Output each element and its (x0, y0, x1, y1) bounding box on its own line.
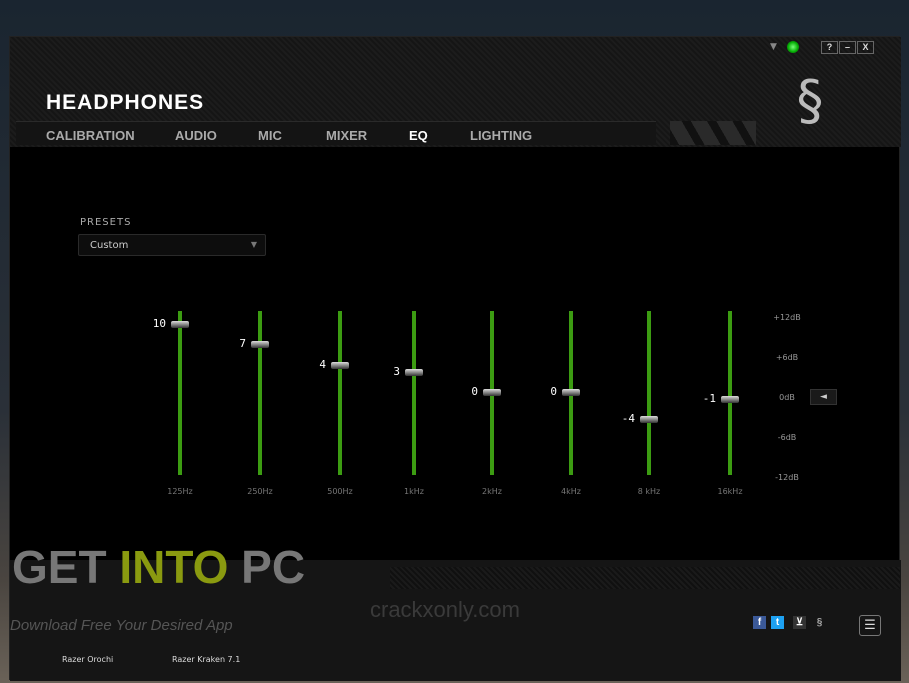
eq-band-value: 0 (471, 385, 478, 398)
page-title: HEADPHONES (46, 91, 205, 114)
db-label: -6dB (777, 433, 797, 442)
db-label: +12dB (773, 313, 801, 322)
cart-icon[interactable]: ⊻ (793, 616, 806, 629)
eq-slider-track[interactable] (258, 311, 262, 475)
dropdown-icon[interactable]: ▼ (770, 42, 777, 52)
close-button[interactable]: X (857, 41, 874, 54)
eq-slider-handle[interactable] (171, 320, 189, 328)
eq-slider-handle[interactable] (331, 361, 349, 369)
help-button[interactable]: ? (821, 41, 838, 54)
preset-value: Custom (90, 240, 129, 251)
tab-audio[interactable]: AUDIO (175, 128, 217, 143)
razer-logo-icon: § (796, 69, 824, 132)
tab-bar: CALIBRATION AUDIO MIC MIXER EQ LIGHTING (16, 121, 656, 145)
device-razer-kraken[interactable]: Razer Kraken 7.1 (172, 655, 240, 664)
eq-band-frequency: 2kHz (482, 487, 502, 496)
watermark-part: PC (228, 541, 306, 593)
chevron-down-icon: ▼ (250, 240, 257, 249)
db-label: 0dB (779, 393, 795, 402)
razer-icon[interactable]: § (813, 616, 826, 629)
watermark-site: crackxonly.com (370, 597, 520, 622)
tab-eq[interactable]: EQ (409, 128, 428, 143)
tab-calibration[interactable]: CALIBRATION (46, 128, 135, 143)
eq-slider-handle[interactable] (483, 389, 501, 396)
eq-band-value: 3 (393, 364, 400, 378)
facebook-icon[interactable]: f (753, 616, 766, 629)
eq-band-value: 0 (550, 385, 557, 398)
eq-band-value: 10 (152, 316, 166, 330)
minimize-button[interactable]: – (839, 41, 856, 54)
eq-slider-track[interactable] (338, 311, 342, 475)
eq-band-frequency: 1kHz (404, 487, 424, 496)
eq-band-value: 4 (319, 357, 326, 371)
eq-slider-handle[interactable] (721, 395, 739, 403)
eq-band-frequency: 8 kHz (637, 487, 661, 496)
eq-band-frequency: 16kHz (717, 487, 743, 496)
header: ▼ ? – X § HEADPHONES CALIBRATION AUDIO M… (10, 37, 901, 147)
twitter-icon[interactable]: t (771, 616, 784, 629)
eq-band-frequency: 250Hz (247, 487, 273, 496)
eq-band-value: -1 (702, 391, 716, 405)
eq-band-frequency: 500Hz (327, 487, 353, 496)
tab-mixer[interactable]: MIXER (326, 128, 367, 143)
menu-button[interactable]: ☰ (859, 615, 881, 636)
decorative-stripes (670, 121, 756, 145)
db-label: -12dB (775, 473, 799, 482)
watermark-part: INTO (119, 541, 229, 593)
eq-slider-handle[interactable] (251, 341, 269, 349)
tab-lighting[interactable]: LIGHTING (470, 128, 532, 143)
eq-slider-track[interactable] (412, 311, 416, 475)
eq-band-frequency: 4kHz (561, 487, 581, 496)
eq-band-value: 7 (239, 337, 246, 351)
presets-label: PRESETS (80, 217, 132, 228)
eq-slider-track[interactable] (647, 311, 651, 475)
device-razer-orochi[interactable]: Razer Orochi (62, 655, 113, 664)
eq-slider-handle[interactable] (405, 368, 423, 376)
reset-eq-button[interactable]: ◄ (810, 389, 837, 405)
presets-dropdown[interactable]: Custom ▼ (78, 234, 266, 256)
eq-slider-track[interactable] (728, 311, 732, 475)
eq-slider-handle[interactable] (562, 389, 580, 396)
window-controls: ? – X (820, 41, 874, 54)
eq-slider-handle[interactable] (640, 416, 658, 424)
eq-slider-track[interactable] (178, 311, 182, 475)
eq-band-frequency: 125Hz (167, 487, 193, 496)
watermark-tagline: Download Free Your Desired App (10, 617, 233, 634)
status-led-icon[interactable] (787, 41, 799, 53)
footer-pattern (390, 567, 900, 589)
watermark-part: GET (12, 541, 120, 593)
eq-band-value: -4 (621, 412, 635, 426)
db-label: +6dB (775, 353, 799, 362)
tab-mic[interactable]: MIC (258, 128, 282, 143)
watermark-brand: GET INTO PC (12, 540, 305, 594)
